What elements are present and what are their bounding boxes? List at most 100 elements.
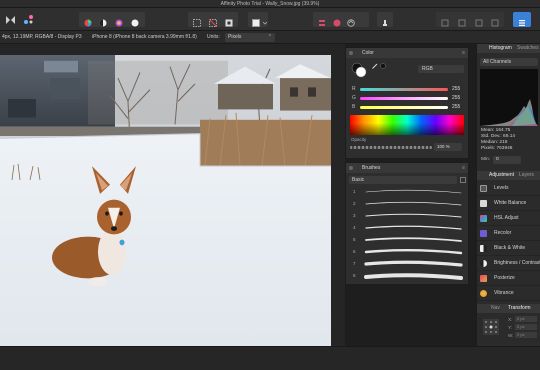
posterize-icon <box>480 275 487 282</box>
marquee-icon[interactable] <box>193 19 201 27</box>
contrast-icon[interactable] <box>99 19 107 27</box>
chevron-updown-icon: ⌃ <box>267 34 272 40</box>
min-field[interactable]: 0 <box>493 156 521 164</box>
brush-num-3: 3 <box>353 213 356 218</box>
canvas-area[interactable] <box>0 44 345 370</box>
eyedropper-icon[interactable] <box>372 63 378 69</box>
adjustment-black-white[interactable]: Black & White <box>477 241 540 256</box>
adjustment-white-balance[interactable]: White Balance <box>477 196 540 211</box>
slider-b[interactable]: B 255 <box>352 102 462 112</box>
adjustment-label: Posterize <box>494 275 515 281</box>
anchor-grid-icon[interactable] <box>483 319 499 335</box>
opacity-label: Opacity <box>351 137 367 142</box>
channels-select[interactable]: All Channels <box>480 58 538 66</box>
adjustment-label: Vibrance <box>494 290 514 296</box>
slider-r-track[interactable] <box>360 88 448 91</box>
color-panel-title: Color <box>362 50 374 56</box>
adjustment-label: HSL Adjust <box>494 215 519 221</box>
brush-num-7: 7 <box>353 261 356 266</box>
color-spectrum[interactable] <box>350 115 464 135</box>
brush-num-5: 5 <box>353 237 356 242</box>
opacity-slider[interactable] <box>350 146 432 149</box>
tab-adjustment[interactable]: Adjustment <box>489 171 514 180</box>
invert-selection-icon[interactable] <box>225 19 233 27</box>
brush-category-select[interactable]: Basic <box>349 176 457 184</box>
document-info: 4px, 12.19MP, RGBA/8 - Display P3 <box>2 34 82 40</box>
snap-icon-4[interactable] <box>491 19 499 27</box>
transform-y-value: 0 px <box>517 324 525 329</box>
slider-g-track[interactable] <box>360 97 448 100</box>
snap-icon-3[interactable] <box>475 19 483 27</box>
channels-value: All Channels <box>483 59 512 65</box>
color-wheel-icon[interactable] <box>84 19 92 27</box>
min-value: 0 <box>496 157 499 162</box>
adjustment-label: Levels <box>494 185 509 191</box>
color-swatch-icon[interactable] <box>351 62 367 78</box>
window-title: Affinity Photo Trial - Wally_Snow.jpg (3… <box>220 1 320 7</box>
adjustment-hsl[interactable]: HSL Adjust <box>477 211 540 226</box>
vibrance-icon <box>480 290 487 297</box>
recolor-icon <box>480 230 487 237</box>
transform-y-field[interactable]: 0 px <box>515 324 537 330</box>
lightness-icon[interactable] <box>131 19 139 27</box>
panel-close-icon[interactable] <box>349 166 353 170</box>
right-studio-column: Histogram Swatches All Channels Mean: 16… <box>476 44 540 346</box>
adjustment-levels[interactable]: Levels <box>477 181 540 196</box>
fill-mode-icon[interactable] <box>380 63 386 69</box>
units-label: Units: <box>207 34 220 40</box>
white-balance-icon <box>480 200 487 207</box>
transform-x-label: X: <box>508 317 513 322</box>
slider-b-label: B <box>352 104 356 110</box>
histogram-tabs: Histogram Swatches <box>477 44 540 53</box>
adjustment-posterize[interactable]: Posterize <box>477 271 540 286</box>
tab-histogram[interactable]: Histogram <box>489 44 512 53</box>
panel-menu-icon[interactable]: ≡ <box>462 48 465 58</box>
adjustment-label: Brightness / Contrast <box>494 260 540 266</box>
tab-transform[interactable]: Transform <box>508 304 531 313</box>
histogram-graph <box>480 69 538 126</box>
brush-num-8: 8 <box>353 273 356 278</box>
black-white-icon <box>480 245 487 252</box>
brush-menu-icon[interactable] <box>460 177 466 183</box>
transform-x-field[interactable]: 0 px <box>515 316 537 322</box>
color-mode-select[interactable]: RGB <box>418 65 464 73</box>
brushes-panel: Brushes ≡ Basic 1 2 3 4 5 6 7 8 <box>345 162 469 285</box>
tab-swatches[interactable]: Swatches <box>517 44 539 53</box>
snap-icon-2[interactable] <box>458 19 466 27</box>
color-mode-value: RGB <box>422 66 433 72</box>
panel-close-icon[interactable] <box>349 51 353 55</box>
slider-b-track[interactable] <box>360 106 448 109</box>
transform-w-field[interactable]: 0 px <box>515 332 537 338</box>
transform-y-label: Y: <box>508 325 513 330</box>
panel-menu-icon[interactable]: ≡ <box>462 163 465 173</box>
deselect-icon[interactable] <box>209 19 217 27</box>
main-toolbar <box>0 8 540 31</box>
studio-icon <box>519 20 525 26</box>
adjustment-recolor[interactable]: Recolor <box>477 226 540 241</box>
camera-info: iPhone 8 (iPhone 8 back camera 3.99mm f/… <box>92 34 197 40</box>
brush-list[interactable]: 1 2 3 4 5 6 7 8 <box>346 187 470 285</box>
document-photo[interactable] <box>0 55 331 370</box>
opacity-field[interactable]: 100 % <box>434 143 462 151</box>
brush-category-value: Basic <box>352 177 365 183</box>
hue-icon[interactable] <box>115 19 123 27</box>
align-icon[interactable] <box>318 19 326 27</box>
units-select[interactable]: Pixels ⌃ <box>225 33 275 42</box>
photo-persona-icon[interactable] <box>5 14 16 25</box>
tab-layers[interactable]: Layers <box>519 171 534 180</box>
slider-b-value[interactable]: 255 <box>452 102 460 112</box>
title-bar: Affinity Photo Trial - Wally_Snow.jpg (3… <box>0 0 540 8</box>
chevron-down-icon <box>263 21 267 25</box>
context-toolbar: 4px, 12.19MP, RGBA/8 - Display P3 iPhone… <box>0 31 540 44</box>
adjustment-brightness-contrast[interactable]: Brightness / Contrast <box>477 256 540 271</box>
tab-navigator[interactable]: Nav <box>491 304 500 313</box>
hsl-icon <box>480 215 487 222</box>
transform-w-value: 0 px <box>517 332 525 337</box>
brush-num-2: 2 <box>353 201 356 206</box>
distribute-icon[interactable] <box>333 19 341 27</box>
flip-icon[interactable] <box>347 19 355 27</box>
snap-icon-1[interactable] <box>441 19 449 27</box>
units-value: Pixels <box>228 34 242 40</box>
adjustment-vibrance[interactable]: Vibrance <box>477 286 540 301</box>
liquify-persona-icon[interactable] <box>23 14 34 25</box>
